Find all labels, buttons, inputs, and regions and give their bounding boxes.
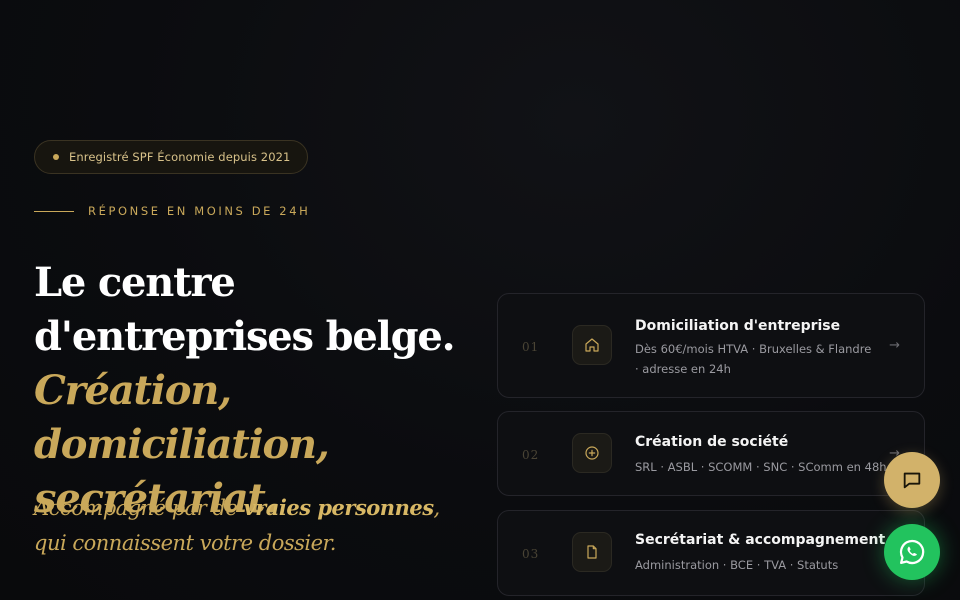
service-card-domiciliation[interactable]: 01 Domiciliation d'entreprise Dès 60€/mo… <box>497 293 925 398</box>
card-description: Administration · BCE · TVA · Statuts <box>635 558 839 572</box>
subline-emphasis: vraies personnes <box>243 495 435 520</box>
whatsapp-icon <box>897 537 927 567</box>
badge-text: Enregistré SPF Économie depuis 2021 <box>69 150 291 164</box>
headline-line-2: d'entreprises belge. <box>34 313 456 360</box>
home-icon <box>572 325 612 365</box>
registration-badge: Enregistré SPF Économie depuis 2021 <box>34 140 309 174</box>
headline-line-1: Le centre <box>34 259 236 306</box>
arrow-right-icon: → <box>889 338 900 353</box>
card-description: SRL · ASBL · SCOMM · SNC · SComm en 48h <box>635 460 887 474</box>
subline-before: Accompagné par de <box>34 496 244 520</box>
card-title: Domiciliation d'entreprise <box>635 318 841 334</box>
service-card-secretariat[interactable]: 03 Secrétariat & accompagnement Administ… <box>497 510 925 596</box>
document-icon <box>572 532 612 572</box>
plus-circle-icon <box>572 433 612 473</box>
card-number: 03 <box>522 547 540 561</box>
whatsapp-button[interactable] <box>884 524 940 580</box>
chat-button[interactable] <box>884 452 940 508</box>
card-description: Dès 60€/mois HTVA · Bruxelles & Flandre … <box>635 342 872 376</box>
card-title: Création de société <box>635 434 789 450</box>
service-card-creation[interactable]: 02 Création de société SRL · ASBL · SCOM… <box>497 411 925 496</box>
badge-dot <box>53 154 59 160</box>
eyebrow-text: RÉPONSE EN MOINS DE 24H <box>88 204 311 218</box>
card-number: 01 <box>522 340 540 354</box>
hero-headline: Le centre d'entreprises belge. Création,… <box>34 256 474 526</box>
eyebrow-line <box>34 210 74 212</box>
card-number: 02 <box>522 448 540 462</box>
chat-bubble-icon <box>901 469 923 491</box>
headline-line-3: Création, domiciliation, <box>34 367 330 468</box>
card-title: Secrétariat & accompagnement <box>635 532 886 548</box>
hero-subline: Accompagné par de vraies personnes, qui … <box>34 490 454 561</box>
eyebrow: RÉPONSE EN MOINS DE 24H <box>34 204 310 218</box>
